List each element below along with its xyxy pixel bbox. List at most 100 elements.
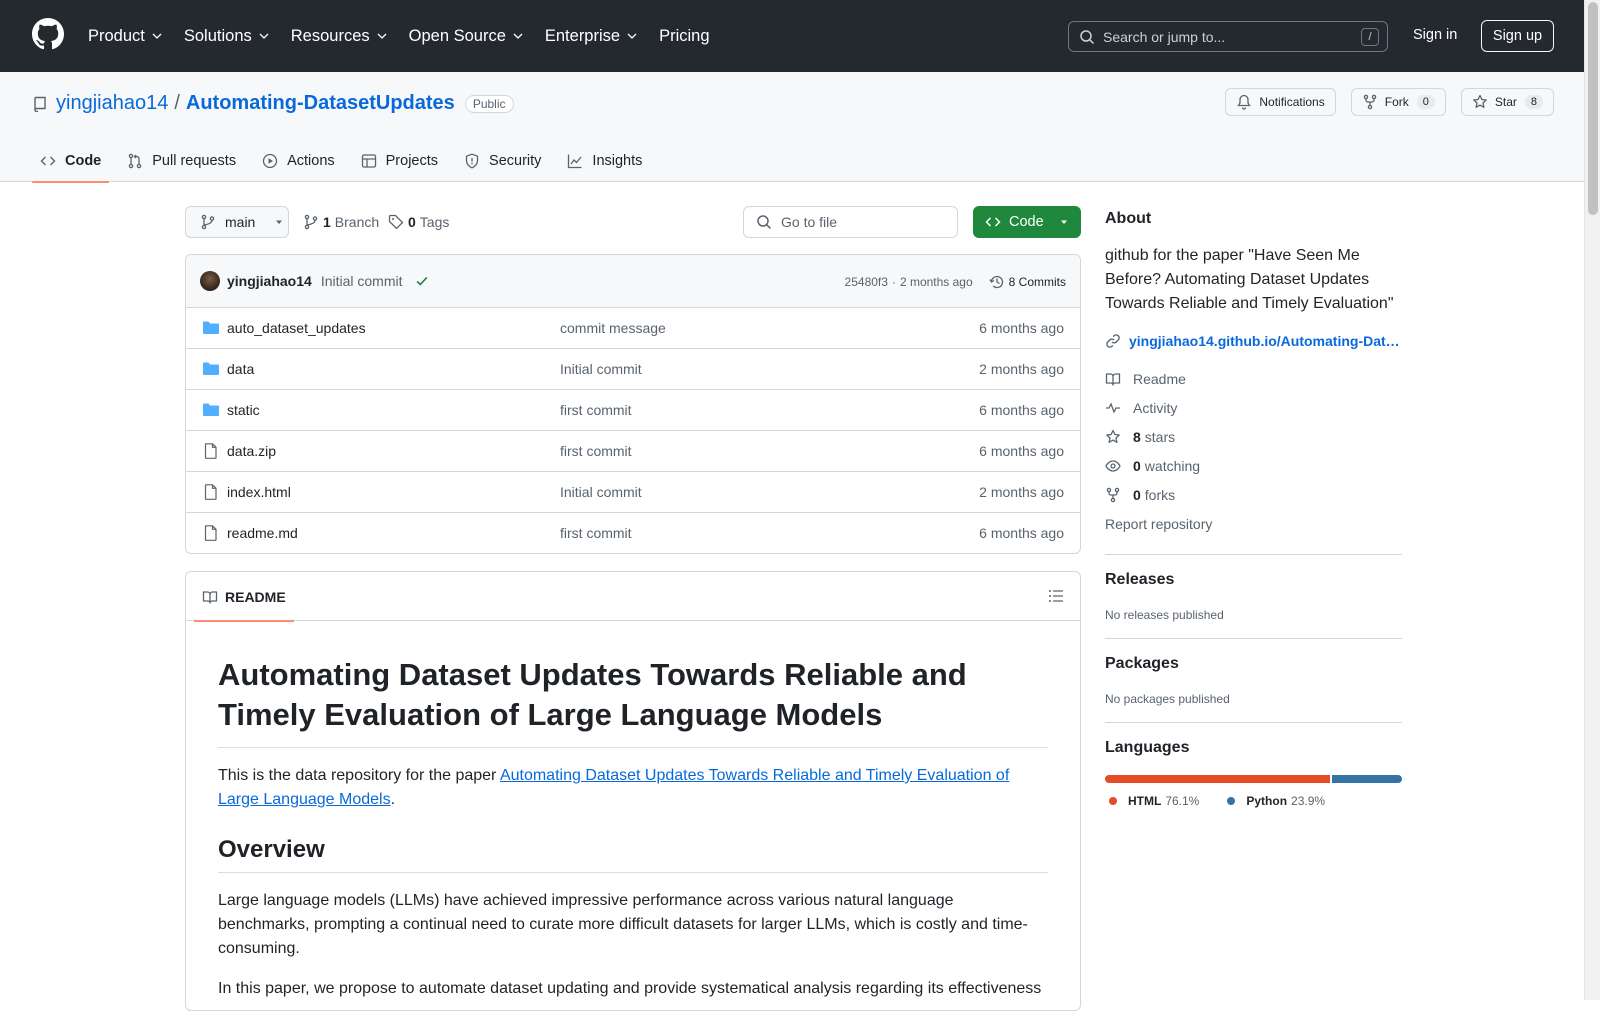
global-search-input[interactable]: Search or jump to... / (1068, 21, 1388, 52)
branch-selector-button[interactable]: main (185, 206, 289, 238)
tab-insights[interactable]: Insights (559, 140, 650, 182)
commit-message-link[interactable]: Initial commit (321, 273, 403, 289)
about-description: github for the paper "Have Seen Me Befor… (1105, 247, 1394, 312)
activity-link[interactable]: Activity (1105, 393, 1402, 422)
file-name-link[interactable]: readme.md (227, 525, 298, 541)
file-row[interactable]: readme.md first commit 6 months ago (186, 513, 1080, 553)
report-repository-link[interactable]: Report repository (1105, 509, 1402, 538)
commit-hash-link[interactable]: 25480f3 (845, 275, 888, 289)
avatar[interactable] (200, 271, 220, 291)
file-icon (204, 525, 217, 541)
file-icon (204, 443, 217, 459)
repo-name-link[interactable]: Automating-DatasetUpdates (186, 92, 455, 115)
repo-title: yingjiahao14 / Automating-DatasetUpdates… (32, 92, 514, 115)
page-scrollbar[interactable] (1584, 0, 1600, 1000)
file-row[interactable]: static first commit 6 months ago (186, 390, 1080, 431)
language-bar-segment[interactable] (1105, 775, 1330, 783)
branch-name: main (225, 214, 256, 230)
tags-link[interactable]: 0 Tags (388, 214, 449, 230)
file-name-link[interactable]: static (227, 402, 260, 418)
file-row[interactable]: auto_dataset_updates commit message 6 mo… (186, 308, 1080, 349)
fork-icon (1363, 94, 1376, 110)
caret-down-icon (1060, 220, 1067, 224)
book-icon (202, 590, 218, 604)
tab-security[interactable]: Security (456, 140, 549, 182)
language-item-html[interactable]: HTML 76.1% (1109, 794, 1199, 808)
readme-link[interactable]: Readme (1105, 364, 1402, 393)
file-commit-message[interactable]: commit message (560, 320, 666, 336)
nav-label: Open Source (408, 26, 506, 45)
about-heading: About (1105, 210, 1152, 227)
nav-label: Resources (290, 26, 370, 45)
nav-enterprise[interactable]: Enterprise (545, 27, 638, 46)
search-placeholder: Search or jump to... (1103, 28, 1226, 45)
repo-header: yingjiahao14 / Automating-DatasetUpdates… (0, 72, 1584, 183)
file-row[interactable]: data.zip first commit 6 months ago (186, 431, 1080, 472)
file-name-link[interactable]: index.html (227, 484, 291, 500)
star-count: 8 (1524, 95, 1543, 109)
nav-solutions[interactable]: Solutions (184, 27, 270, 46)
commit-author-link[interactable]: yingjiahao14 (227, 273, 312, 289)
tab-code[interactable]: Code (32, 140, 110, 183)
tab-pull-requests[interactable]: Pull requests (119, 140, 244, 182)
nav-product[interactable]: Product (88, 27, 163, 46)
file-name-link[interactable]: auto_dataset_updates (227, 320, 366, 336)
repo-owner-link[interactable]: yingjiahao14 (56, 92, 168, 115)
branch-icon (304, 214, 318, 230)
folder-icon (203, 321, 219, 334)
file-commit-message[interactable]: first commit (560, 402, 632, 418)
releases-heading[interactable]: Releases (1105, 571, 1402, 589)
folder-icon (203, 362, 219, 375)
sign-in-link[interactable]: Sign in (1413, 27, 1457, 43)
fork-button[interactable]: Fork 0 (1350, 88, 1446, 116)
packages-heading[interactable]: Packages (1105, 655, 1402, 673)
check-icon[interactable] (415, 274, 429, 288)
intro-suffix: . (390, 791, 396, 808)
star-button[interactable]: Star 8 (1460, 88, 1554, 116)
language-name: Python (1246, 794, 1288, 808)
sign-up-button[interactable]: Sign up (1481, 20, 1554, 52)
branches-link[interactable]: 1 Branch (303, 214, 379, 230)
watching-count: 0 (1133, 457, 1141, 474)
forks-link[interactable]: 0 forks (1105, 480, 1402, 509)
chevron-down-icon (152, 33, 162, 39)
homepage-link[interactable]: yingjiahao14.github.io/Automating-Dat… (1105, 333, 1402, 349)
github-logo-icon[interactable] (32, 18, 64, 50)
shield-icon (465, 153, 479, 169)
notifications-button[interactable]: Notifications (1225, 88, 1336, 116)
nav-pricing[interactable]: Pricing (659, 27, 709, 46)
file-row[interactable]: data Initial commit 2 months ago (186, 349, 1080, 390)
nav-label: Solutions (183, 26, 252, 45)
nav-resources[interactable]: Resources (291, 27, 388, 46)
file-commit-message[interactable]: Initial commit (560, 361, 642, 377)
language-bar-segment[interactable] (1331, 775, 1402, 783)
file-name-link[interactable]: data (227, 361, 254, 377)
activity-link-label: Activity (1133, 399, 1178, 416)
go-to-file-input[interactable]: Go to file (743, 206, 958, 238)
branch-icon (201, 214, 215, 230)
commits-history-link[interactable]: 8 Commits (989, 274, 1066, 290)
file-name-link[interactable]: data.zip (227, 443, 276, 459)
language-color-dot (1227, 797, 1236, 805)
global-header: Product Solutions Resources Open Source … (0, 0, 1584, 72)
file-commit-date: 6 months ago (979, 320, 1064, 336)
tab-projects[interactable]: Projects (353, 140, 446, 182)
repo-actions: Notifications Fork 0 Star 8 (1210, 88, 1554, 116)
file-commit-message[interactable]: first commit (560, 525, 632, 541)
watchers-link[interactable]: 0 watching (1105, 451, 1402, 480)
tab-actions[interactable]: Actions (254, 140, 343, 182)
readme-panel: README Automating Dataset Updates Toward… (185, 571, 1081, 1011)
scrollbar-thumb[interactable] (1588, 2, 1598, 215)
code-dropdown-button[interactable]: Code (973, 206, 1081, 238)
list-icon[interactable] (1048, 588, 1064, 604)
repo-icon (34, 96, 46, 112)
link-icon (1106, 334, 1120, 348)
language-item-python[interactable]: Python 23.9% (1227, 794, 1325, 808)
commit-meta-separator: · (891, 274, 896, 289)
file-row[interactable]: index.html Initial commit 2 months ago (186, 472, 1080, 513)
file-commit-message[interactable]: Initial commit (560, 484, 642, 500)
nav-open-source[interactable]: Open Source (409, 27, 524, 46)
stars-link[interactable]: 8 stars (1105, 422, 1402, 451)
readme-tab[interactable]: README (194, 572, 294, 622)
file-commit-message[interactable]: first commit (560, 443, 632, 459)
